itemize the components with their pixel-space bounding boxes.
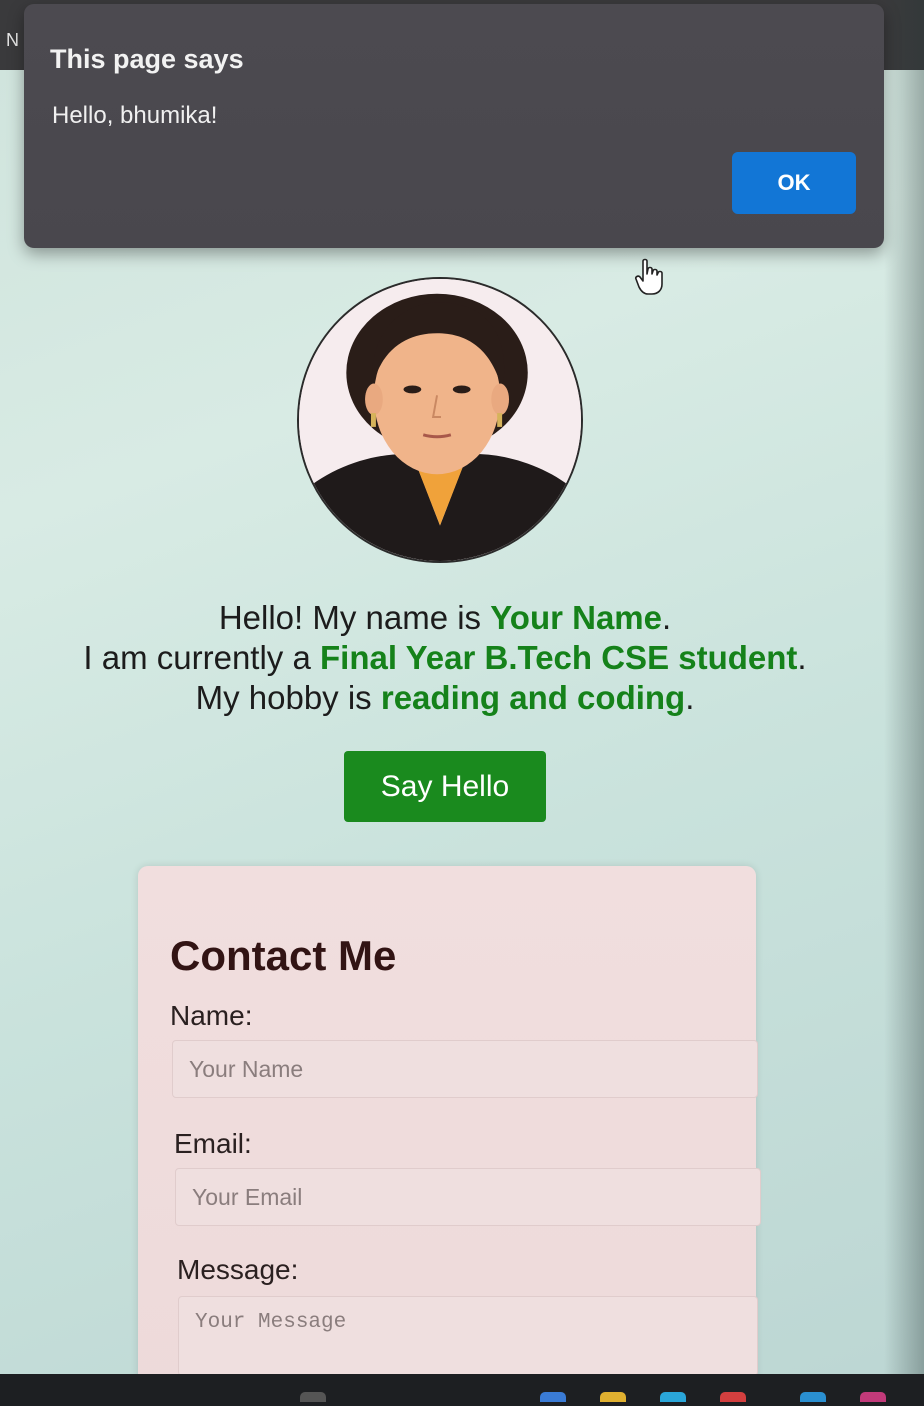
name-input[interactable] [172, 1040, 758, 1098]
contact-title: Contact Me [170, 932, 397, 979]
taskbar-app-icon[interactable] [800, 1392, 826, 1402]
alert-dialog: This page says Hello, bhumika! OK [24, 4, 884, 248]
contact-form: Contact Me Name: Email: Message: [138, 866, 761, 1406]
screen-edge-shadow [884, 0, 924, 1406]
highlight-status: Final Year B.Tech CSE student [320, 639, 798, 676]
taskbar-app-icon[interactable] [660, 1392, 686, 1402]
email-input[interactable] [175, 1168, 761, 1226]
alert-title: This page says [50, 44, 244, 74]
taskbar [0, 1374, 924, 1406]
email-label: Email: [174, 1128, 252, 1159]
browser-tab-fragment[interactable]: N [6, 30, 19, 51]
message-label: Message: [177, 1254, 299, 1285]
hand-cursor-icon [634, 258, 664, 296]
taskbar-app-icon[interactable] [860, 1392, 886, 1402]
taskbar-app-icon[interactable] [300, 1392, 326, 1402]
alert-message: Hello, bhumika! [52, 102, 218, 129]
intro-text: Hello! My name is Your Name. I am curren… [40, 598, 850, 718]
profile-photo [297, 277, 583, 563]
taskbar-app-icon[interactable] [720, 1392, 746, 1402]
alert-ok-button[interactable]: OK [732, 152, 856, 214]
intro-line-status: I am currently a Final Year B.Tech CSE s… [83, 639, 807, 676]
name-label: Name: [170, 1000, 253, 1031]
taskbar-app-icon[interactable] [540, 1392, 566, 1402]
intro-line-hobby: My hobby is reading and coding. [195, 679, 695, 716]
highlight-hobby: reading and coding [380, 679, 686, 716]
highlight-name: Your Name [490, 599, 663, 636]
intro-line-name: Hello! My name is Your Name. [218, 599, 672, 636]
taskbar-app-icon[interactable] [600, 1392, 626, 1402]
message-textarea[interactable] [178, 1296, 758, 1376]
say-hello-button[interactable]: Say Hello [344, 751, 546, 822]
